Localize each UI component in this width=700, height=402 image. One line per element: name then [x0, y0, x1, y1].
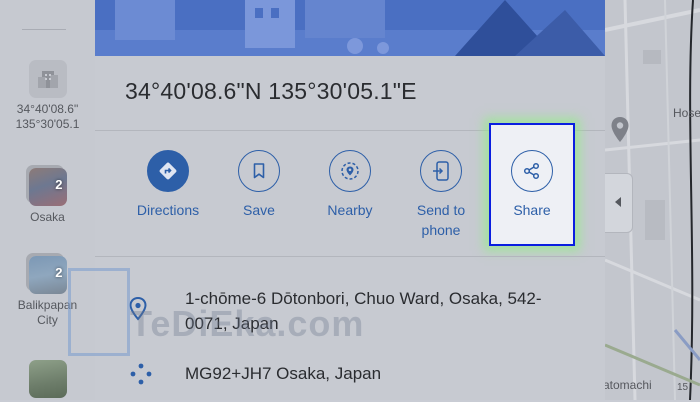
directions-button[interactable]: Directions [122, 150, 214, 220]
recent-item-label: Osaka [30, 210, 65, 224]
recent-item-label-line1: 34°40'08.6" [16, 102, 79, 116]
recent-item-coordinates[interactable]: 34°40'08.6" 135°30'05.1 [0, 60, 95, 132]
send-to-phone-label-line2: phone [421, 222, 461, 238]
bookmark-icon [238, 150, 280, 192]
place-thumbnail [28, 360, 67, 398]
watermark-text: TeDiEka.com [130, 303, 365, 344]
nearby-icon [329, 150, 371, 192]
send-to-phone-label-line1: Send to [416, 202, 466, 218]
recent-item-label-line2: 135°30'05.1 [15, 117, 80, 131]
map-label-bottom: atomachi [605, 378, 652, 392]
share-icon [511, 150, 553, 192]
recent-item-fourth[interactable] [0, 360, 95, 402]
place-title: 34°40'08.6"N 135°30'05.1"E [125, 78, 417, 104]
actions-divider [95, 256, 605, 257]
map-label-number: 15 [677, 382, 689, 393]
directions-label: Directions [136, 202, 200, 218]
collapse-panel-button[interactable] [605, 173, 633, 233]
recent-item-osaka[interactable]: 2 Osaka [0, 168, 95, 225]
save-label: Save [243, 202, 275, 218]
place-header-illustration [95, 0, 605, 56]
plus-code-text: MG92+JH7 Osaka, Japan [185, 364, 382, 383]
map-pin-icon[interactable] [610, 116, 630, 149]
building-thumbnail-icon [28, 60, 67, 98]
map-label-top: Hose [673, 106, 700, 120]
directions-icon [147, 150, 189, 192]
place-details-panel: 34°40'08.6"N 135°30'05.1"E Directions Sa… [95, 56, 605, 400]
share-label: Share [513, 202, 551, 218]
share-button[interactable]: Share [486, 150, 578, 220]
nearby-label: Nearby [327, 202, 373, 218]
osaka-thumbnail: 2 [28, 168, 67, 206]
caret-left-icon [614, 194, 623, 212]
photo-count-badge: 2 [55, 265, 63, 280]
nearby-button[interactable]: Nearby [304, 150, 396, 220]
watermark-logo [68, 268, 130, 356]
plus-code-icon [127, 362, 155, 391]
send-to-phone-button[interactable]: Send to phone [395, 150, 487, 240]
save-button[interactable]: Save [213, 150, 305, 220]
rail-divider [22, 29, 66, 30]
send-to-phone-icon [420, 150, 462, 192]
balikpapan-thumbnail: 2 [28, 256, 67, 294]
photo-count-badge: 2 [55, 177, 63, 192]
